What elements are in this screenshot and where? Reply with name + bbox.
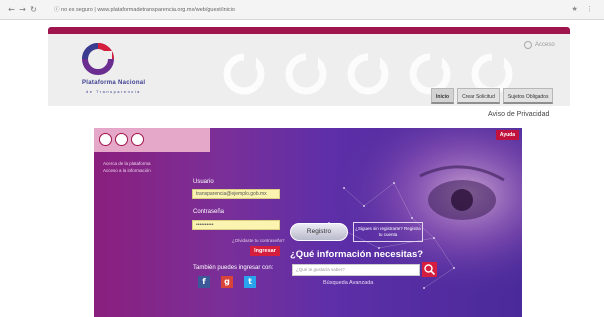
registro-button[interactable]: Registro xyxy=(290,223,348,241)
password-label: Contraseña xyxy=(193,209,225,215)
usuario-input[interactable]: transparencia@ejemplo.gob.mx xyxy=(192,189,280,199)
acceso-link[interactable]: Acceso xyxy=(524,41,555,49)
facebook-icon[interactable]: f xyxy=(198,276,210,288)
back-icon[interactable]: ← xyxy=(6,5,17,14)
twitter-icon[interactable]: t xyxy=(244,276,256,288)
search-button[interactable] xyxy=(422,262,437,277)
forgot-password-link[interactable]: ¿Olvidaste tu contraseña? xyxy=(232,238,285,243)
password-input[interactable]: •••••••••• xyxy=(192,220,280,230)
settings-icon[interactable] xyxy=(115,133,128,146)
reload-icon[interactable]: ↻ xyxy=(28,5,39,14)
home-icon[interactable] xyxy=(131,133,144,146)
login-banner: Ayuda Acerca de la plataforma Acceso a l… xyxy=(94,128,522,317)
forward-icon[interactable]: → xyxy=(17,5,28,14)
acceso-label: Acceso xyxy=(535,42,555,48)
registro-hint[interactable]: ¿Sigues sin registrarte? Registra tu cue… xyxy=(353,222,423,242)
tab-sujetos-obligados[interactable]: Sujetos Obligados xyxy=(502,88,554,104)
browser-toolbar: ← → ↻ ⓘ no es seguro | www.plataformadet… xyxy=(0,0,604,20)
side-link-acceso[interactable]: Acceso a la información xyxy=(103,167,151,174)
aviso-privacidad-link[interactable]: Aviso de Privacidad xyxy=(488,111,549,118)
advanced-search-link[interactable]: Búsqueda Avanzada xyxy=(323,280,373,286)
logo-subtitle: de Transparencia xyxy=(86,89,141,94)
social-login-label: También puedes ingresar con: xyxy=(193,265,274,271)
browser-menu-icons[interactable]: ★ ⋮ xyxy=(571,5,596,13)
tab-crear-solicitud[interactable]: Crear Solicitud xyxy=(457,88,500,104)
side-link-plataforma[interactable]: Acerca de la plataforma xyxy=(103,160,151,167)
ayuda-button[interactable]: Ayuda xyxy=(495,130,519,140)
search-heading: ¿Qué información necesitas? xyxy=(290,249,424,260)
google-plus-icon[interactable]: g xyxy=(221,276,233,288)
ingresar-button[interactable]: Ingresar xyxy=(250,246,280,256)
usuario-label: Usuario xyxy=(193,179,214,185)
address-bar[interactable]: ⓘ no es seguro | www.plataformadetranspa… xyxy=(54,6,279,15)
main-tabs: Inicio Crear Solicitud Sujetos Obligados xyxy=(431,88,554,104)
eye-icon[interactable] xyxy=(99,133,112,146)
tab-inicio[interactable]: Inicio xyxy=(431,88,455,104)
site-header: Plataforma Nacional de Transparencia Acc… xyxy=(48,27,570,106)
banner-topbar xyxy=(94,128,210,152)
search-icon xyxy=(424,264,436,276)
search-input[interactable]: ¿Qué te gustaría saber? xyxy=(292,264,420,276)
logo-title: Plataforma Nacional xyxy=(82,80,146,86)
user-icon xyxy=(524,41,532,49)
logo-mark xyxy=(82,43,114,75)
side-links: Acerca de la plataforma Acceso a la info… xyxy=(103,160,151,174)
